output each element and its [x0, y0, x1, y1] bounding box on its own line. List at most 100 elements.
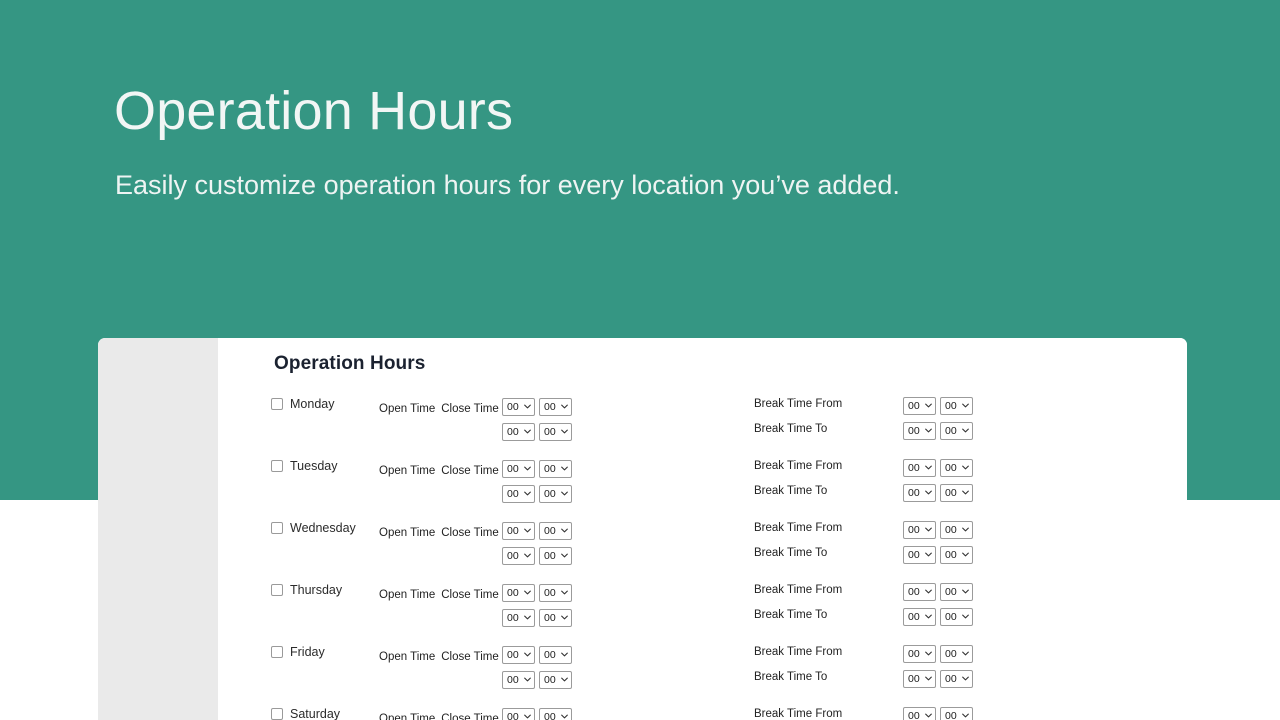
close-time-hour-select[interactable]: 00 [539, 460, 572, 478]
chevron-down-icon [925, 526, 932, 533]
select-value: 00 [544, 673, 556, 686]
chevron-down-icon [925, 650, 932, 657]
break-from-hour-select[interactable]: 00 [903, 521, 936, 539]
day-label: Thursday [290, 583, 343, 597]
break-to-minute-select[interactable]: 00 [940, 484, 973, 502]
break-from-minute-select[interactable]: 00 [940, 521, 973, 539]
open-time-hour-select[interactable]: 00 [502, 646, 535, 664]
checkbox-icon[interactable] [271, 460, 283, 472]
open-close-selects: 00 00 00 00 [502, 460, 572, 503]
close-time-hour-select[interactable]: 00 [539, 708, 572, 720]
close-time-minute-select[interactable]: 00 [539, 547, 572, 565]
close-time-hour-select[interactable]: 00 [539, 584, 572, 602]
day-row: Monday Open Time Close Time 00 00 00 00 Break T… [98, 393, 1067, 455]
open-time-hour-select[interactable]: 00 [502, 398, 535, 416]
select-value: 00 [507, 648, 519, 661]
day-label: Monday [290, 397, 335, 411]
day-toggle[interactable]: Monday [271, 397, 334, 411]
open-time-label: Open Time [379, 465, 436, 477]
break-to-minute-select[interactable]: 00 [940, 608, 973, 626]
break-to-minute-select[interactable]: 00 [940, 422, 973, 440]
open-time-hour-select[interactable]: 00 [502, 584, 535, 602]
break-from-minute-select[interactable]: 00 [940, 397, 973, 415]
select-value: 00 [945, 399, 957, 412]
select-value: 00 [507, 586, 519, 599]
open-close-selects: 00 00 00 00 [502, 584, 572, 627]
day-toggle[interactable]: Saturday [271, 707, 340, 720]
select-value: 00 [507, 487, 519, 500]
chevron-down-icon [561, 651, 568, 658]
break-to-minute-select[interactable]: 00 [940, 546, 973, 564]
select-value: 00 [945, 585, 957, 598]
chevron-down-icon [524, 676, 531, 683]
close-time-hour-select[interactable]: 00 [539, 398, 572, 416]
day-label: Tuesday [290, 459, 338, 473]
close-time-minute-select[interactable]: 00 [539, 485, 572, 503]
day-toggle[interactable]: Thursday [271, 583, 342, 597]
chevron-down-icon [962, 613, 969, 620]
break-from-hour-select[interactable]: 00 [903, 707, 936, 720]
day-toggle[interactable]: Wednesday [271, 521, 356, 535]
select-value: 00 [945, 486, 957, 499]
day-row: Tuesday Open Time Close Time 00 00 00 00 Break … [98, 455, 1067, 517]
open-time-hour-select[interactable]: 00 [502, 460, 535, 478]
break-to-hour-select[interactable]: 00 [903, 422, 936, 440]
checkbox-icon[interactable] [271, 646, 283, 658]
close-time-minute-select[interactable]: 00 [539, 671, 572, 689]
chevron-down-icon [962, 402, 969, 409]
break-from-hour-select[interactable]: 00 [903, 397, 936, 415]
select-value: 00 [544, 586, 556, 599]
select-value: 00 [544, 710, 556, 720]
break-to-hour-select[interactable]: 00 [903, 670, 936, 688]
open-time-minute-select[interactable]: 00 [502, 671, 535, 689]
close-time-minute-select[interactable]: 00 [539, 609, 572, 627]
chevron-down-icon [925, 712, 932, 719]
chevron-down-icon [925, 675, 932, 682]
open-time-hour-select[interactable]: 00 [502, 522, 535, 540]
day-toggle[interactable]: Tuesday [271, 459, 337, 473]
break-to-minute-select[interactable]: 00 [940, 670, 973, 688]
chevron-down-icon [925, 489, 932, 496]
break-time-from-label: Break Time From [754, 708, 843, 720]
break-time-labels: Break Time From Break Time To [754, 459, 842, 498]
break-time-selects: 00 00 00 00 [903, 645, 973, 688]
select-value: 00 [908, 399, 920, 412]
open-time-minute-select[interactable]: 00 [502, 547, 535, 565]
chevron-down-icon [925, 464, 932, 471]
break-from-minute-select[interactable]: 00 [940, 707, 973, 720]
open-close-labels: Open Time Close Time [379, 713, 499, 720]
select-value: 00 [908, 610, 920, 623]
close-time-label: Close Time [441, 713, 499, 720]
chevron-down-icon [561, 403, 568, 410]
break-from-minute-select[interactable]: 00 [940, 459, 973, 477]
break-time-to-label: Break Time To [754, 609, 828, 621]
select-value: 00 [908, 486, 920, 499]
open-time-minute-select[interactable]: 00 [502, 423, 535, 441]
checkbox-icon[interactable] [271, 522, 283, 534]
break-to-hour-select[interactable]: 00 [903, 546, 936, 564]
checkbox-icon[interactable] [271, 584, 283, 596]
close-time-hour-select[interactable]: 00 [539, 522, 572, 540]
close-time-label: Close Time [441, 527, 499, 539]
break-from-hour-select[interactable]: 00 [903, 645, 936, 663]
open-time-minute-select[interactable]: 00 [502, 609, 535, 627]
select-value: 00 [945, 647, 957, 660]
open-time-label: Open Time [379, 527, 436, 539]
close-time-label: Close Time [441, 651, 499, 663]
close-time-minute-select[interactable]: 00 [539, 423, 572, 441]
open-time-hour-select[interactable]: 00 [502, 708, 535, 720]
break-to-hour-select[interactable]: 00 [903, 608, 936, 626]
close-time-hour-select[interactable]: 00 [539, 646, 572, 664]
break-to-hour-select[interactable]: 00 [903, 484, 936, 502]
checkbox-icon[interactable] [271, 398, 283, 410]
break-from-minute-select[interactable]: 00 [940, 583, 973, 601]
break-from-hour-select[interactable]: 00 [903, 459, 936, 477]
open-time-minute-select[interactable]: 00 [502, 485, 535, 503]
break-from-hour-select[interactable]: 00 [903, 583, 936, 601]
chevron-down-icon [561, 713, 568, 720]
day-toggle[interactable]: Friday [271, 645, 325, 659]
day-label: Saturday [290, 707, 341, 720]
open-time-label: Open Time [379, 651, 436, 663]
break-from-minute-select[interactable]: 00 [940, 645, 973, 663]
checkbox-icon[interactable] [271, 708, 283, 720]
